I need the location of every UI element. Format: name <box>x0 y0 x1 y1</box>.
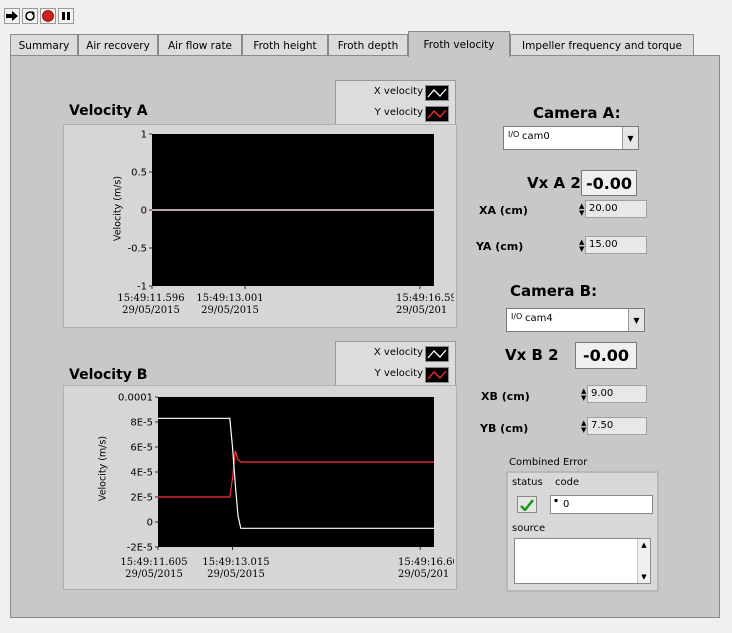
x-velocity-swatch-icon[interactable] <box>425 85 449 101</box>
x-tick-label: 15:49:11.605 29/05/2015 <box>120 557 188 580</box>
x-tick-label: 15:49:13.001 29/05/2015 <box>196 293 264 316</box>
x-tick-label: 15:49:13.015 29/05/2015 <box>202 557 270 580</box>
vx-a-label: Vx A 2 <box>527 174 581 192</box>
camera-a-label: Camera A: <box>533 104 621 122</box>
legend-label: Y velocity <box>374 368 423 379</box>
scroll-down-icon[interactable]: ▼ <box>638 573 650 581</box>
velocity-a-legend[interactable]: X velocity Y velocity <box>335 80 456 125</box>
tab-bar: Summary Air recovery Air flow rate Froth… <box>10 31 700 57</box>
xa-spinner-icon[interactable]: ▲ ▼ <box>579 203 584 217</box>
status-label: status <box>512 477 543 488</box>
vx-b-indicator: -0.00 <box>575 342 637 369</box>
y-tick-label: 8E-5 <box>130 418 153 429</box>
ya-spinner-icon[interactable]: ▲ ▼ <box>579 239 584 253</box>
toolbar <box>0 0 732 29</box>
scroll-up-icon[interactable]: ▲ <box>638 541 650 549</box>
yb-field[interactable]: 7.50 <box>587 417 647 435</box>
y-tick-label: 2E-5 <box>130 493 153 504</box>
vx-b-label: Vx B 2 <box>505 346 559 364</box>
tab-impeller-frequency-and-torque[interactable]: Impeller frequency and torque <box>510 34 694 56</box>
legend-item: Y velocity <box>336 364 455 386</box>
y-tick-label: -2E-5 <box>127 543 153 554</box>
legend-item: Y velocity <box>336 103 455 125</box>
error-cluster: status code ▪ 0 source ▲ ▼ <box>506 471 659 592</box>
plot-area <box>158 397 434 547</box>
velocity-b-title: Velocity B <box>69 367 148 383</box>
legend-item: X velocity <box>336 343 455 365</box>
legend-label: X velocity <box>373 86 423 97</box>
xa-label: XA (cm) <box>479 204 528 217</box>
chevron-down-icon[interactable]: ▼ <box>622 127 638 149</box>
yb-label: YB (cm) <box>480 422 529 435</box>
velocity-a-title: Velocity A <box>69 103 148 119</box>
legend-label: Y velocity <box>374 107 423 118</box>
velocity-b-legend[interactable]: X velocity Y velocity <box>335 341 456 386</box>
source-label: source <box>512 523 546 534</box>
y-tick-label: 0 <box>141 206 147 217</box>
io-prefix-icon: I/O <box>508 130 520 139</box>
x-tick-label: 15:49:11.596 29/05/2015 <box>117 293 185 316</box>
y-velocity-swatch-icon[interactable] <box>425 367 449 383</box>
xa-field[interactable]: 20.00 <box>585 200 647 218</box>
chevron-down-icon[interactable]: ▼ <box>628 309 644 331</box>
scrollbar[interactable]: ▲ ▼ <box>637 539 650 583</box>
camera-b-select[interactable]: I/O cam4 ▼ <box>506 308 645 332</box>
y-tick-label: 1 <box>141 130 147 141</box>
code-label: code <box>555 477 580 488</box>
tab-air-recovery[interactable]: Air recovery <box>78 34 158 56</box>
tab-summary[interactable]: Summary <box>10 34 78 56</box>
camera-b-value: cam4 <box>525 313 553 324</box>
y-tick-label: 0.0001 <box>118 393 153 404</box>
ya-field[interactable]: 15.00 <box>585 236 647 254</box>
y-tick-label: 0.5 <box>131 168 147 179</box>
xb-field[interactable]: 9.00 <box>587 385 647 403</box>
x-tick-label: 15:49:16.60 29/05/201 <box>398 557 454 580</box>
y-tick-label: -0.5 <box>127 244 147 255</box>
status-check-icon <box>517 496 537 513</box>
y-tick-label: 6E-5 <box>130 443 153 454</box>
y-tick-label: 4E-5 <box>130 468 153 479</box>
legend-item: X velocity <box>336 82 455 104</box>
numeric-icon: ▪ <box>554 497 559 504</box>
x-tick-label: 15:49:16.59 29/05/201 <box>396 293 454 316</box>
xb-label: XB (cm) <box>481 390 530 403</box>
run-arrow-icon[interactable] <box>4 8 20 24</box>
tab-air-flow-rate[interactable]: Air flow rate <box>158 34 242 56</box>
x-velocity-swatch-icon[interactable] <box>425 346 449 362</box>
tab-froth-height[interactable]: Froth height <box>242 34 328 56</box>
tab-froth-velocity[interactable]: Froth velocity <box>408 31 510 57</box>
y-tick-label: 0 <box>147 518 153 529</box>
source-textbox[interactable]: ▲ ▼ <box>514 538 651 584</box>
y-velocity-swatch-icon[interactable] <box>425 106 449 122</box>
tab-froth-depth[interactable]: Froth depth <box>328 34 408 56</box>
abort-icon[interactable] <box>40 8 56 24</box>
code-value: 0 <box>563 499 570 510</box>
yb-spinner-icon[interactable]: ▲ ▼ <box>581 420 586 434</box>
camera-b-label: Camera B: <box>510 282 598 300</box>
pause-icon[interactable] <box>58 8 74 24</box>
camera-a-select[interactable]: I/O cam0 ▼ <box>503 126 639 150</box>
error-cluster-title: Combined Error <box>509 457 588 468</box>
camera-a-value: cam0 <box>522 131 550 142</box>
io-prefix-icon: I/O <box>511 312 523 321</box>
legend-label: X velocity <box>373 347 423 358</box>
run-continuously-icon[interactable] <box>22 8 38 24</box>
xb-spinner-icon[interactable]: ▲ ▼ <box>581 388 586 402</box>
y-tick-label: -1 <box>137 282 147 293</box>
ya-label: YA (cm) <box>476 240 524 253</box>
code-field[interactable]: ▪ 0 <box>550 495 653 514</box>
vx-a-indicator: -0.00 <box>581 170 637 196</box>
